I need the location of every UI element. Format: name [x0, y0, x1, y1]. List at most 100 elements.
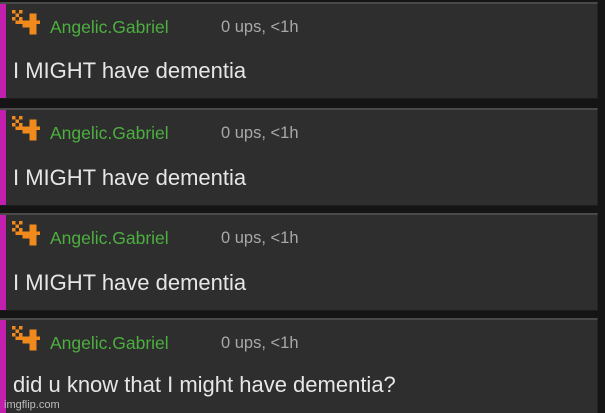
avatar-pixel [22, 24, 26, 28]
avatar-pixel [19, 126, 23, 130]
avatar-pixel [29, 31, 33, 35]
avatar-pixel [29, 228, 33, 232]
avatar-pixel [22, 126, 26, 130]
avatar-pixel [26, 24, 30, 28]
avatar-pixel [33, 347, 37, 351]
avatar-pixel [33, 24, 37, 28]
avatar-pixel [33, 242, 37, 246]
comment-text: I MIGHT have dementia [13, 165, 247, 190]
comment-meta: 0 ups, <1h [221, 124, 299, 142]
avatar-pixel [29, 24, 33, 28]
username-link[interactable]: Angelic.Gabriel [50, 123, 169, 143]
comment-accent-bar [0, 110, 6, 205]
pixel-cross-icon [12, 326, 40, 351]
avatar-pixel [15, 20, 19, 24]
avatar-pixel [15, 329, 19, 333]
avatar-pixel [36, 336, 40, 340]
comment-text: I MIGHT have dementia [13, 58, 247, 83]
pixel-cross-icon [12, 116, 40, 141]
avatar-pixel [36, 20, 40, 24]
avatar-pixel [33, 27, 37, 31]
avatar-pixel [33, 238, 37, 242]
avatar-pixel [12, 221, 16, 225]
avatar-pixel [33, 340, 37, 344]
avatar-pixel [29, 340, 33, 344]
avatar-pixel [33, 13, 37, 17]
user-avatar-icon[interactable] [12, 326, 40, 354]
comment-meta: 0 ups, <1h [221, 18, 299, 36]
comment-meta: 0 ups, <1h [221, 334, 299, 352]
avatar-pixel [12, 326, 16, 330]
avatar-pixel [26, 231, 30, 235]
avatar-pixel [29, 27, 33, 31]
avatar-pixel [29, 231, 33, 235]
avatar-pixel [22, 340, 26, 344]
avatar-pixel [26, 235, 30, 239]
comment-card: Angelic.Gabriel 0 ups, <1h I MIGHT have … [0, 108, 598, 206]
comment-card: Angelic.Gabriel 0 ups, <1h I MIGHT have … [0, 2, 598, 99]
avatar-pixel [15, 336, 19, 340]
avatar-pixel [33, 336, 37, 340]
avatar-pixel [26, 130, 30, 134]
avatar-pixel [33, 329, 37, 333]
avatar-pixel [29, 329, 33, 333]
avatar-pixel [29, 235, 33, 239]
avatar-pixel [33, 343, 37, 347]
user-avatar-icon[interactable] [12, 116, 40, 144]
avatar-pixel [12, 228, 16, 232]
avatar-pixel [29, 13, 33, 17]
comment-text: I MIGHT have dementia [13, 270, 247, 295]
avatar-pixel [12, 123, 16, 127]
username-link[interactable]: Angelic.Gabriel [50, 333, 169, 353]
comment-accent-bar [0, 215, 6, 310]
avatar-pixel [29, 137, 33, 141]
avatar-pixel [29, 238, 33, 242]
avatar-pixel [22, 336, 26, 340]
avatar-pixel [22, 130, 26, 134]
avatar-pixel [12, 116, 16, 120]
avatar-pixel [33, 133, 37, 137]
avatar-pixel [29, 224, 33, 228]
avatar-pixel [33, 126, 37, 130]
avatar-pixel [33, 20, 37, 24]
comment-accent-bar [0, 4, 6, 98]
avatar-pixel [33, 333, 37, 337]
avatar-pixel [19, 231, 23, 235]
avatar-pixel [12, 17, 16, 21]
avatar-pixel [29, 343, 33, 347]
comment-feed: Angelic.Gabriel 0 ups, <1h I MIGHT have … [0, 0, 605, 413]
user-avatar-icon[interactable] [12, 221, 40, 249]
avatar-pixel [26, 20, 30, 24]
avatar-pixel [33, 137, 37, 141]
avatar-pixel [33, 119, 37, 123]
avatar-pixel [29, 347, 33, 351]
comment-text: did u know that I might have dementia? [13, 372, 396, 397]
avatar-pixel [22, 231, 26, 235]
avatar-pixel [26, 340, 30, 344]
avatar-pixel [29, 123, 33, 127]
avatar-pixel [15, 119, 19, 123]
avatar-pixel [15, 126, 19, 130]
avatar-pixel [29, 119, 33, 123]
comment-meta: 0 ups, <1h [221, 229, 299, 247]
avatar-pixel [36, 231, 40, 235]
avatar-pixel [29, 333, 33, 337]
avatar-pixel [12, 10, 16, 14]
avatar-pixel [29, 130, 33, 134]
avatar-pixel [29, 20, 33, 24]
avatar-pixel [33, 231, 37, 235]
username-link[interactable]: Angelic.Gabriel [50, 228, 169, 248]
username-link[interactable]: Angelic.Gabriel [50, 17, 169, 37]
avatar-pixel [29, 133, 33, 137]
avatar-pixel [19, 221, 23, 225]
avatar-pixel [29, 336, 33, 340]
user-avatar-icon[interactable] [12, 10, 40, 38]
avatar-pixel [15, 231, 19, 235]
avatar-pixel [33, 130, 37, 134]
avatar-pixel [19, 336, 23, 340]
avatar-pixel [33, 224, 37, 228]
avatar-pixel [33, 31, 37, 35]
avatar-pixel [19, 10, 23, 14]
avatar-pixel [19, 116, 23, 120]
avatar-pixel [26, 126, 30, 130]
